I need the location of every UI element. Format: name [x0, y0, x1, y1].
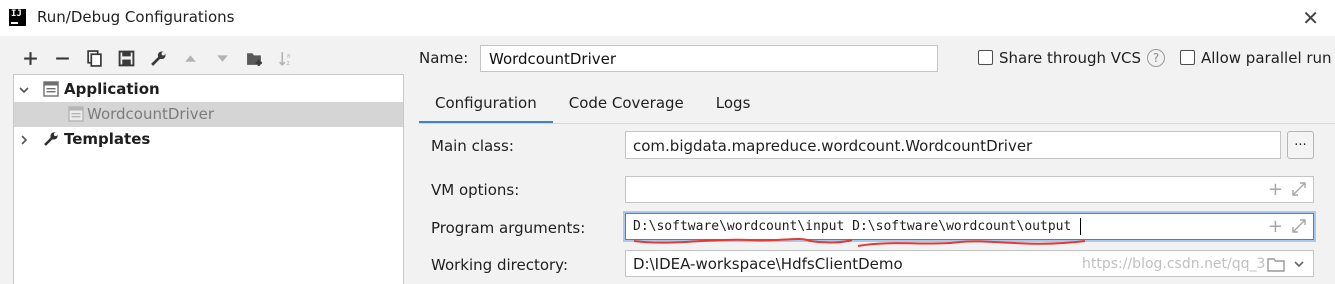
allow-parallel-checkbox[interactable]: [1180, 50, 1195, 65]
chevron-down-icon[interactable]: [18, 84, 30, 96]
wrench-icon[interactable]: [142, 46, 174, 70]
main-class-field[interactable]: com.bigdata.mapreduce.wordcount.Wordcoun…: [625, 131, 1281, 159]
application-icon: [68, 106, 84, 122]
plus-icon[interactable]: +: [1268, 216, 1283, 237]
arrow-down-icon[interactable]: [206, 46, 238, 70]
plus-icon[interactable]: [14, 46, 46, 70]
tab-configuration[interactable]: Configuration: [419, 86, 553, 124]
plus-icon[interactable]: +: [1268, 179, 1283, 200]
window-title: Run/Debug Configurations: [37, 8, 235, 26]
tree-item-templates[interactable]: Templates: [14, 127, 403, 152]
minus-icon[interactable]: [46, 46, 78, 70]
watermark: https://blog.csdn.net/qq_3: [1082, 256, 1266, 272]
tree-item-label: WordcountDriver: [87, 105, 215, 123]
tab-code-coverage[interactable]: Code Coverage: [553, 86, 700, 124]
tab-divider: [419, 123, 1335, 124]
working-directory-label: Working directory:: [431, 256, 569, 274]
config-tabs: Configuration Code Coverage Logs: [419, 86, 766, 124]
sort-az-icon[interactable]: az: [270, 46, 302, 70]
chevron-down-icon[interactable]: [1293, 258, 1305, 270]
application-icon: [43, 81, 59, 97]
tree-item-application[interactable]: Application: [14, 77, 403, 102]
close-icon[interactable]: ✕: [1302, 6, 1319, 30]
red-annotation-underline: [633, 238, 1086, 247]
save-icon[interactable]: [110, 46, 142, 70]
main-class-value: com.bigdata.mapreduce.wordcount.Wordcoun…: [633, 137, 1033, 155]
vm-options-label: VM options:: [431, 181, 520, 199]
wrench-icon: [44, 132, 58, 146]
configurations-tree: Application WordcountDriver Templates: [13, 74, 404, 284]
name-input[interactable]: [480, 45, 938, 72]
copy-icon[interactable]: [78, 46, 110, 70]
vm-options-field[interactable]: +: [625, 176, 1314, 203]
folder-icon[interactable]: [1267, 256, 1285, 272]
help-icon[interactable]: ?: [1147, 49, 1165, 67]
program-arguments-label: Program arguments:: [431, 219, 586, 237]
folder-plus-icon[interactable]: [238, 46, 270, 70]
config-toolbar: az: [14, 46, 302, 70]
allow-parallel-label: Allow parallel run: [1201, 49, 1332, 67]
tree-item-label: Application: [64, 80, 160, 98]
share-vcs-label: Share through VCS: [999, 49, 1142, 67]
tab-logs[interactable]: Logs: [700, 86, 767, 124]
expand-icon[interactable]: [1291, 218, 1307, 234]
main-class-label: Main class:: [431, 137, 514, 155]
tree-item-label: Templates: [64, 130, 151, 148]
expand-icon[interactable]: [1291, 181, 1307, 197]
working-directory-value: D:\IDEA-workspace\HdfsClientDemo: [633, 255, 903, 273]
tree-item-wordcountdriver[interactable]: WordcountDriver: [14, 102, 403, 127]
title-bar: IJ Run/Debug Configurations ✕: [0, 0, 1335, 36]
svg-text:z: z: [286, 58, 290, 66]
arrow-up-icon[interactable]: [174, 46, 206, 70]
chevron-right-icon[interactable]: [18, 134, 30, 146]
intellij-logo-icon: IJ: [9, 9, 26, 26]
browse-main-class-button[interactable]: ...: [1287, 131, 1314, 159]
share-vcs-checkbox[interactable]: [978, 50, 993, 65]
name-label: Name:: [419, 49, 469, 67]
